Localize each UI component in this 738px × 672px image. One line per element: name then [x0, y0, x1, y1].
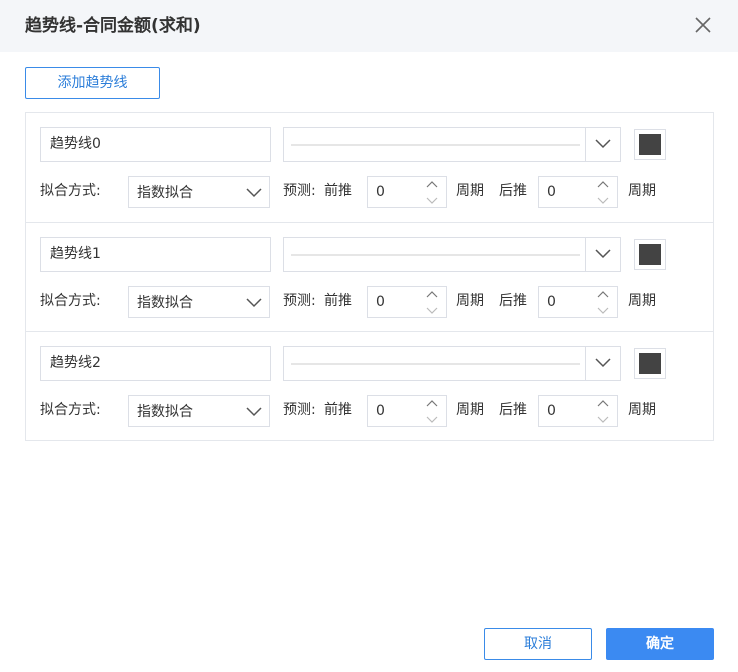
- forecast-label: 预测:: [283, 402, 316, 418]
- chevron-down-icon[interactable]: [424, 304, 440, 316]
- line-style-preview: [291, 254, 580, 256]
- backward-periods-stepper[interactable]: 0: [538, 176, 618, 208]
- line-style-preview: [291, 144, 580, 146]
- forward-periods-value: 0: [376, 184, 385, 200]
- close-icon: [695, 17, 711, 33]
- chevron-down-icon: [595, 358, 611, 368]
- fit-method-value: 指数拟合: [137, 295, 193, 311]
- forward-periods-stepper[interactable]: 0: [367, 176, 447, 208]
- forward-periods-value: 0: [376, 403, 385, 419]
- forward-unit-label: 周期: [456, 293, 484, 309]
- chevron-up-icon[interactable]: [424, 179, 440, 191]
- backward-periods-value: 0: [547, 184, 556, 200]
- backward-label: 后推: [499, 293, 527, 309]
- forward-unit-label: 周期: [456, 402, 484, 418]
- trendline-row: 趋势线1 拟合方式: 指数拟合 预测: 前推 0 周期 后推 0 周期: [26, 222, 713, 331]
- fit-method-label: 拟合方式:: [40, 402, 101, 418]
- color-picker[interactable]: [634, 348, 666, 379]
- dialog-title: 趋势线-合同金额(求和): [25, 16, 201, 36]
- forward-label: 前推: [324, 183, 352, 199]
- chevron-down-icon: [595, 139, 611, 149]
- forward-periods-value: 0: [376, 294, 385, 310]
- add-trendline-button[interactable]: 添加趋势线: [25, 67, 160, 99]
- backward-periods-value: 0: [547, 403, 556, 419]
- backward-unit-label: 周期: [628, 402, 656, 418]
- color-picker[interactable]: [634, 239, 666, 270]
- fit-method-select[interactable]: 指数拟合: [128, 176, 270, 208]
- backward-label: 后推: [499, 183, 527, 199]
- close-button[interactable]: [690, 12, 716, 38]
- chevron-down-icon[interactable]: [595, 413, 611, 425]
- trendline-name-input[interactable]: 趋势线1: [40, 237, 271, 272]
- forward-periods-stepper[interactable]: 0: [367, 286, 447, 318]
- chevron-up-icon[interactable]: [424, 398, 440, 410]
- forward-periods-stepper[interactable]: 0: [367, 395, 447, 427]
- trendline-name-input[interactable]: 趋势线0: [40, 127, 271, 162]
- trendline-name-input[interactable]: 趋势线2: [40, 346, 271, 381]
- color-fill: [639, 244, 661, 265]
- chevron-up-icon[interactable]: [595, 398, 611, 410]
- chevron-up-icon[interactable]: [424, 289, 440, 301]
- color-fill: [639, 353, 661, 374]
- line-style-preview: [291, 363, 580, 365]
- backward-periods-stepper[interactable]: 0: [538, 395, 618, 427]
- cancel-button[interactable]: 取消: [484, 628, 592, 660]
- forward-unit-label: 周期: [456, 183, 484, 199]
- dialog-header: 趋势线-合同金额(求和): [0, 0, 738, 52]
- chevron-down-icon: [595, 249, 611, 259]
- backward-label: 后推: [499, 402, 527, 418]
- chevron-down-icon: [246, 298, 262, 308]
- fit-method-select[interactable]: 指数拟合: [128, 395, 270, 427]
- forward-label: 前推: [324, 293, 352, 309]
- chevron-down-icon: [246, 407, 262, 417]
- forecast-label: 预测:: [283, 183, 316, 199]
- color-picker[interactable]: [634, 129, 666, 160]
- chevron-down-icon[interactable]: [595, 194, 611, 206]
- backward-unit-label: 周期: [628, 293, 656, 309]
- backward-periods-value: 0: [547, 294, 556, 310]
- chevron-down-icon[interactable]: [595, 304, 611, 316]
- line-style-select[interactable]: [283, 127, 621, 162]
- trendline-row: 趋势线2 拟合方式: 指数拟合 预测: 前推 0 周期 后推 0 周期: [26, 331, 713, 440]
- chevron-up-icon[interactable]: [595, 289, 611, 301]
- backward-unit-label: 周期: [628, 183, 656, 199]
- fit-method-value: 指数拟合: [137, 404, 193, 420]
- line-style-select[interactable]: [283, 237, 621, 272]
- chevron-down-icon[interactable]: [424, 194, 440, 206]
- fit-method-value: 指数拟合: [137, 185, 193, 201]
- fit-method-label: 拟合方式:: [40, 183, 101, 199]
- chevron-up-icon[interactable]: [595, 179, 611, 191]
- fit-method-select[interactable]: 指数拟合: [128, 286, 270, 318]
- trendline-panel: 趋势线0 拟合方式: 指数拟合 预测: 前推 0 周期 后推 0 周期 趋势线1: [25, 112, 714, 441]
- line-style-select[interactable]: [283, 346, 621, 381]
- fit-method-label: 拟合方式:: [40, 293, 101, 309]
- chevron-down-icon[interactable]: [424, 413, 440, 425]
- color-fill: [639, 134, 661, 155]
- trendline-row: 趋势线0 拟合方式: 指数拟合 预测: 前推 0 周期 后推 0 周期: [26, 113, 713, 222]
- forecast-label: 预测:: [283, 293, 316, 309]
- backward-periods-stepper[interactable]: 0: [538, 286, 618, 318]
- forward-label: 前推: [324, 402, 352, 418]
- chevron-down-icon: [246, 188, 262, 198]
- confirm-button[interactable]: 确定: [606, 628, 714, 660]
